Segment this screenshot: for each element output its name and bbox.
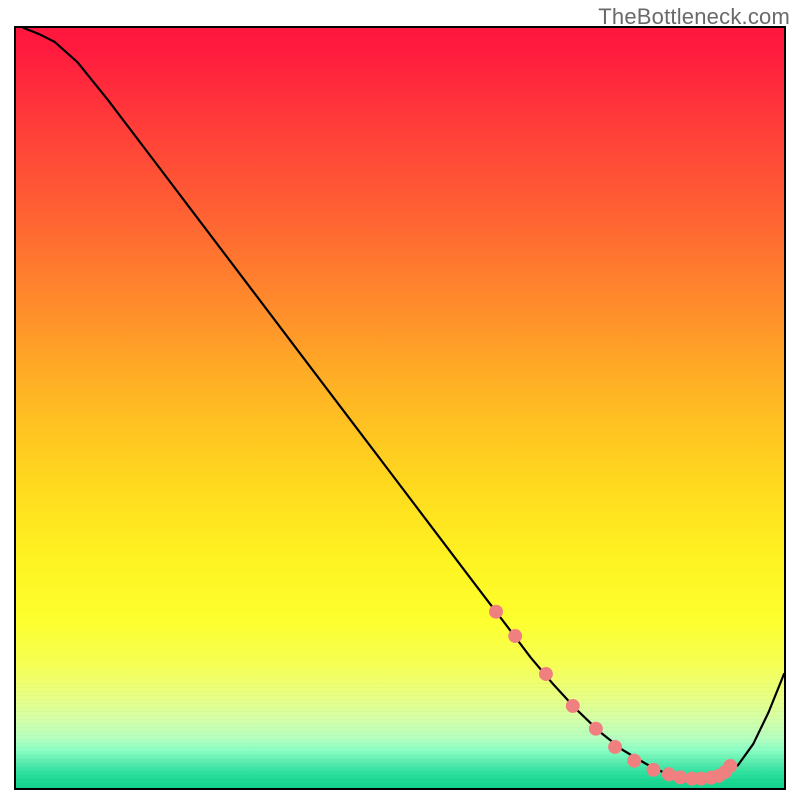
chart-svg	[16, 28, 784, 788]
bottleneck-curve	[24, 28, 784, 778]
watermark-text: TheBottleneck.com	[598, 4, 790, 30]
chart-frame	[14, 26, 786, 790]
highlight-dot	[723, 759, 737, 773]
highlight-dot	[566, 699, 580, 713]
highlight-dot	[489, 605, 503, 619]
highlight-dot	[539, 667, 553, 681]
highlight-dot-group	[489, 605, 737, 786]
highlight-dot	[608, 740, 622, 754]
highlight-dot	[589, 722, 603, 736]
highlight-dot	[508, 629, 522, 643]
highlight-dot	[627, 754, 641, 768]
highlight-dot	[647, 763, 661, 777]
